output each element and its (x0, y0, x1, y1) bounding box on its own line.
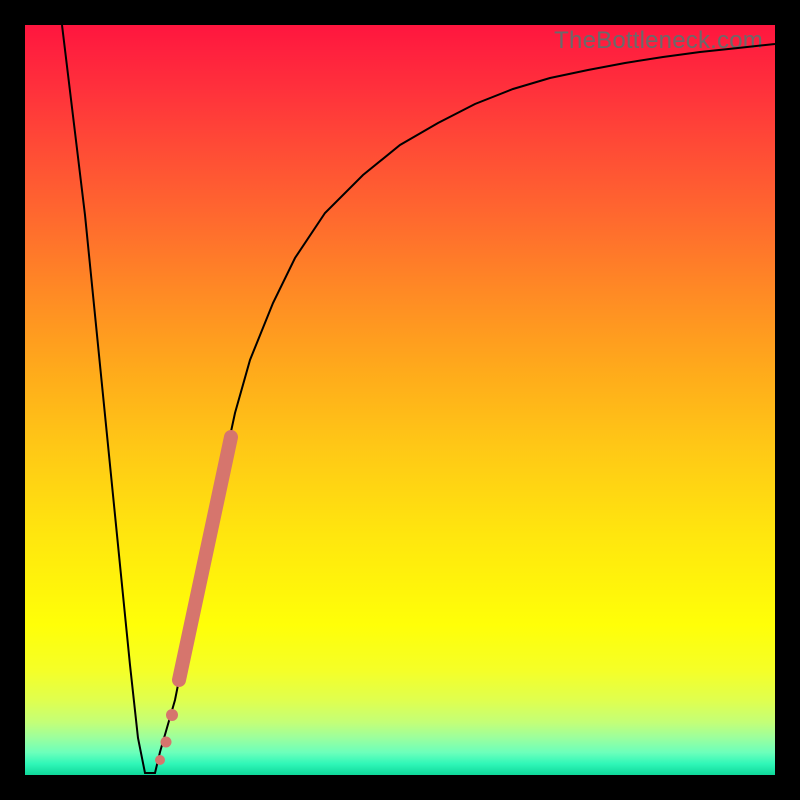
highlight-dot (166, 709, 178, 721)
bottleneck-curve (62, 25, 775, 773)
highlight-band (179, 437, 231, 680)
chart-frame: TheBottleneck.com (0, 0, 800, 800)
highlight-dot (155, 755, 165, 765)
highlight-dot (161, 737, 172, 748)
plot-area: TheBottleneck.com (25, 25, 775, 775)
chart-svg (25, 25, 775, 775)
